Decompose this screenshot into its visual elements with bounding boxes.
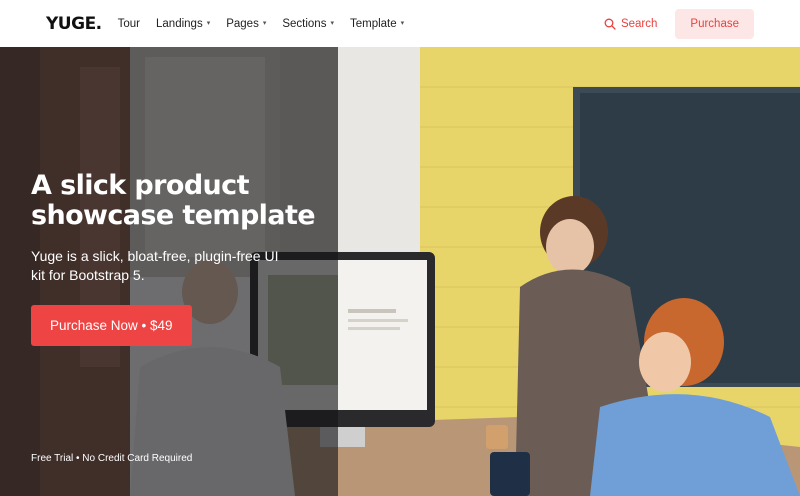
caret-down-icon: ▾	[262, 19, 267, 27]
nav-item-label: Tour	[117, 17, 141, 30]
nav-item-label: Template	[349, 17, 397, 30]
brand-logo[interactable]: YUGE.	[46, 14, 102, 34]
nav-item-pages[interactable]: Pages ▾	[226, 18, 266, 30]
nav-item-landings[interactable]: Landings ▾	[156, 18, 210, 30]
nav-item-label: Pages	[226, 17, 259, 30]
search-icon	[604, 18, 616, 30]
search-label: Search	[620, 17, 658, 30]
navbar: YUGE. Tour Landings ▾ Pages ▾ Sections ▾…	[0, 0, 800, 47]
caret-down-icon: ▾	[400, 19, 405, 27]
hero-section: A slick product showcase template Yuge i…	[0, 47, 800, 496]
caret-down-icon: ▾	[330, 19, 334, 27]
nav-item-tour[interactable]: Tour	[118, 18, 140, 30]
nav-item-sections[interactable]: Sections ▾	[282, 18, 334, 30]
nav-item-template[interactable]: Template ▾	[350, 18, 404, 30]
purchase-button[interactable]: Purchase	[675, 8, 754, 39]
hero-fineprint: Free Trial • No Credit Card Required	[31, 453, 193, 464]
nav-actions: Search Purchase	[604, 8, 754, 39]
hero-title: A slick product showcase template	[31, 170, 316, 231]
caret-down-icon: ▾	[206, 19, 211, 27]
hero-subtitle: Yuge is a slick, bloat-free, plugin-free…	[31, 248, 279, 283]
purchase-now-button[interactable]: Purchase Now • $49	[31, 305, 192, 346]
nav-item-label: Sections	[282, 17, 327, 30]
nav-item-label: Landings	[156, 17, 203, 30]
hero-content: A slick product showcase template Yuge i…	[31, 171, 331, 346]
search-link[interactable]: Search	[604, 18, 657, 30]
